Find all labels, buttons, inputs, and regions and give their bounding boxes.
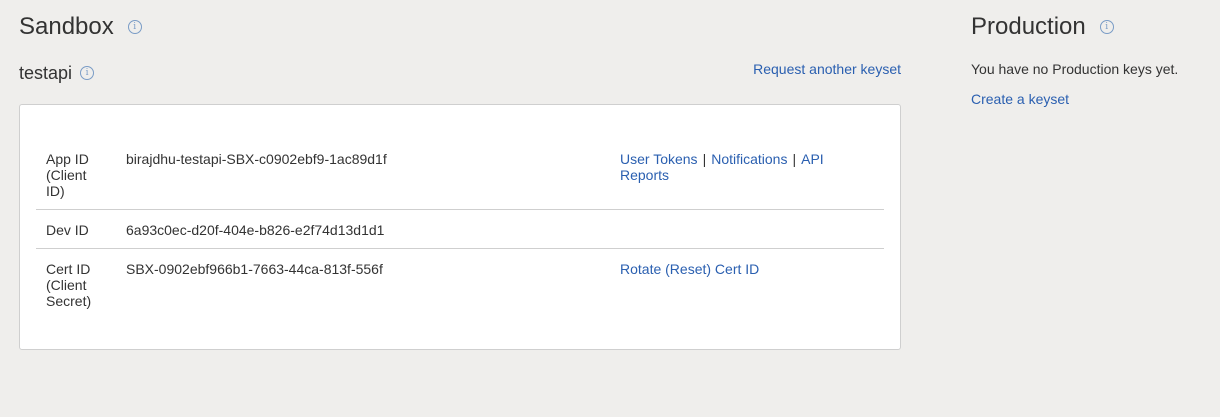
app-id-value: birajdhu-testapi-SBX-c0902ebf9-1ac89d1f: [126, 151, 387, 167]
sandbox-heading: Sandbox i: [19, 13, 142, 41]
production-title: Production: [971, 13, 1086, 40]
notifications-link[interactable]: Notifications: [711, 151, 787, 167]
action-separator: |: [702, 151, 707, 167]
dev-id-label: Dev ID: [36, 209, 116, 249]
sandbox-keys-card: App ID (Client ID) birajdhu-testapi-SBX-…: [19, 104, 901, 350]
app-name: testapi: [19, 63, 73, 83]
cert-id-label: Cert ID (Client Secret): [36, 248, 116, 319]
cert-id-value: SBX-0902ebf966b1-7663-44ca-813f-556f: [116, 248, 610, 319]
info-icon[interactable]: i: [80, 66, 95, 81]
production-heading: Production i: [971, 13, 1114, 41]
request-another-keyset-link[interactable]: Request another keyset: [753, 61, 901, 78]
info-icon[interactable]: i: [1099, 19, 1114, 34]
sandbox-title: Sandbox: [19, 13, 114, 40]
create-keyset-link[interactable]: Create a keyset: [971, 91, 1069, 108]
table-row: Dev ID 6a93c0ec-d20f-404e-b826-e2f74d13d…: [36, 209, 884, 249]
cert-id-actions: Rotate (Reset) Cert ID: [610, 248, 884, 319]
info-icon[interactable]: i: [127, 19, 142, 34]
app-id-actions: User Tokens | Notifications | API Reports: [610, 139, 884, 210]
production-empty-message: You have no Production keys yet.: [971, 61, 1179, 77]
user-tokens-link[interactable]: User Tokens: [620, 151, 698, 167]
app-name-heading: testapi i: [19, 62, 95, 84]
dev-id-actions: [610, 209, 884, 249]
table-row: App ID (Client ID) birajdhu-testapi-SBX-…: [36, 139, 884, 210]
keys-table: App ID (Client ID) birajdhu-testapi-SBX-…: [36, 139, 884, 319]
app-id-label: App ID (Client ID): [46, 151, 89, 199]
table-row: Cert ID (Client Secret) SBX-0902ebf966b1…: [36, 248, 884, 319]
dev-id-value: 6a93c0ec-d20f-404e-b826-e2f74d13d1d1: [116, 209, 610, 249]
action-separator: |: [792, 151, 797, 167]
rotate-cert-id-link[interactable]: Rotate (Reset) Cert ID: [620, 261, 759, 277]
